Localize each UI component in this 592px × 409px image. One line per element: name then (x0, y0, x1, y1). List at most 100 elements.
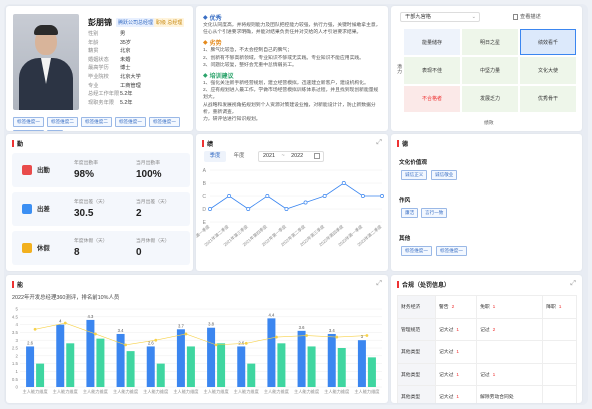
bar-series-2[interactable] (66, 343, 75, 387)
y-tick-label: 1 (16, 369, 19, 374)
evaluation-text: 从战略和发展视角拓规划到个人资源对策建设业推，对新能设计计，防止新数据分析，重新… (203, 102, 376, 115)
series-3-point[interactable] (154, 338, 158, 342)
performance-point[interactable] (265, 194, 270, 198)
ninebox-cell[interactable]: 不合格者 (404, 85, 460, 112)
bar-series-1[interactable] (207, 327, 216, 387)
trait-chip[interactable]: 廉洁 (401, 208, 419, 218)
profile-field-value: 未婚 (120, 56, 131, 63)
trait-chip[interactable]: 诚信敬业 (431, 170, 458, 180)
profile-tag[interactable]: 标签维度一 (13, 117, 44, 127)
profile-rank-tag: 职级 总经理 (154, 18, 185, 27)
profile-field-value: 男 (120, 31, 126, 37)
bar-series-2[interactable] (217, 343, 226, 387)
bar-series-2[interactable] (247, 363, 256, 387)
profile-tag[interactable]: 标签维度一 (114, 117, 146, 127)
profile-tag[interactable]: +10 (46, 130, 63, 131)
bar-series-2[interactable] (96, 338, 105, 387)
trait-chip[interactable]: 言行一致 (421, 208, 448, 218)
bar-series-2[interactable] (126, 351, 135, 387)
penalty-cell (542, 317, 577, 341)
performance-point[interactable] (341, 181, 346, 185)
violation-type: 其他类型 (397, 340, 436, 364)
series-3-point[interactable] (305, 334, 308, 337)
series-3-point[interactable] (33, 327, 37, 331)
performance-point[interactable] (246, 207, 251, 211)
bar-series-1[interactable] (267, 318, 276, 387)
bar-series-1[interactable] (146, 346, 155, 387)
ninebox-cell[interactable]: 优秀骨干 (520, 85, 576, 112)
bar-series-2[interactable] (186, 346, 195, 387)
bar-series-1[interactable] (357, 340, 366, 387)
trait-chip[interactable]: 诚信正义 (401, 170, 428, 180)
performance-point[interactable] (360, 194, 365, 198)
bar-series-2[interactable] (337, 348, 346, 387)
bar-series-1[interactable] (237, 346, 246, 387)
expand-icon[interactable]: ⤢ (376, 280, 382, 288)
date-range-picker[interactable]: 2021 ~ 2022 (258, 151, 324, 162)
performance-point[interactable] (322, 194, 327, 198)
ninebox-cell[interactable]: 发展乏力 (462, 85, 518, 112)
penalty-cell: 解除劳动合同处 (476, 385, 544, 403)
bar-series-2[interactable] (277, 343, 286, 387)
series-3-point[interactable] (244, 341, 248, 345)
compliance-card: 合规（处罚信息） ⤢ 财务经济 警告 2 免职 1 降职 1 管理规范 记大过 1 记过 2 其他类型记… (391, 275, 582, 403)
penalty-name: 警告 (439, 305, 449, 311)
trait-chip[interactable]: 标签维度一 (436, 246, 467, 256)
attendance-annual-value: 30.5 (74, 208, 94, 219)
bar-series-2[interactable] (36, 363, 45, 387)
tab-year[interactable]: 年度 (228, 151, 250, 162)
ninebox-cell[interactable]: 明日之星 (462, 29, 518, 56)
series-3-point[interactable] (365, 334, 369, 337)
bar-series-1[interactable] (176, 329, 185, 387)
profile-tag[interactable]: 标签维度二 (46, 117, 78, 127)
expand-icon[interactable]: ⤢ (570, 280, 576, 288)
performance-point[interactable] (284, 207, 289, 211)
series-3-point[interactable] (214, 343, 218, 347)
trait-chip[interactable]: 标签维度一 (401, 246, 432, 256)
x-tick-label: 主人能力维度 (264, 388, 290, 395)
bar-series-1[interactable] (86, 319, 95, 387)
expand-icon[interactable]: ⤢ (376, 139, 382, 147)
performance-title: 绩 (202, 139, 213, 148)
bar-series-2[interactable] (156, 363, 165, 387)
ninebox-cell[interactable]: 绩效看千 (520, 29, 576, 56)
bar-series-1[interactable] (26, 346, 35, 387)
ability-card: 能 ⤢ 2022年开发总经理360测评，排名前10%人员 0 0.5 1 1.5 2 2.… (6, 275, 388, 403)
x-tick-label: 主人能力维度 (173, 388, 199, 395)
tab-quarter[interactable]: 季度 (204, 151, 226, 162)
profile-tag[interactable]: 标签维度一 (148, 117, 180, 127)
bar-series-2[interactable] (307, 346, 316, 387)
profile-field-value: 北京大学 (120, 73, 141, 80)
ninebox-cell[interactable]: 表现不佳 (404, 57, 460, 84)
compliance-title: 合规（处罚信息） (397, 280, 450, 289)
performance-point[interactable] (303, 200, 308, 205)
bar-series-1[interactable] (297, 330, 306, 387)
series-3-point[interactable] (124, 343, 127, 347)
penalty-count: 1 (492, 372, 496, 378)
bar-series-1[interactable] (56, 324, 65, 387)
profile-tag[interactable]: 标签维度一 (13, 130, 44, 131)
ninebox-cell[interactable]: 能量储存 (404, 29, 460, 56)
series-3-point[interactable] (335, 335, 339, 339)
view-description-button[interactable]: 查看描述 (513, 12, 541, 22)
bar-series-2[interactable] (367, 357, 376, 387)
bar-series-1[interactable] (327, 333, 336, 387)
series-3-point[interactable] (94, 332, 97, 336)
ninebox-cell[interactable]: 文化大使 (520, 57, 576, 84)
ninebox-cell[interactable]: 中坚力量 (462, 57, 518, 84)
penalty-cell: 记大过 1 (434, 362, 478, 386)
profile-field-value: 博士 (120, 65, 131, 72)
series-3-point[interactable] (63, 321, 67, 325)
performance-point[interactable] (380, 194, 384, 198)
profile-tag[interactable]: 标签维度二 (80, 117, 112, 127)
y-tick-label: 4.5 (12, 314, 19, 319)
series-3-point[interactable] (184, 332, 188, 336)
performance-point[interactable] (227, 194, 232, 198)
penalty-name: 解除劳动合同处 (480, 395, 514, 401)
series-3-point[interactable] (275, 335, 278, 339)
ninebox-selector[interactable]: 干部九宫格 ⌄ (400, 12, 480, 22)
profile-field-label: 专业 (88, 82, 99, 89)
performance-point[interactable] (208, 207, 212, 211)
ability-subtitle: 2022年开发总经理360测评，排名前10%人员 (12, 295, 120, 301)
profile-field: 专业 工商管理 (88, 82, 141, 91)
